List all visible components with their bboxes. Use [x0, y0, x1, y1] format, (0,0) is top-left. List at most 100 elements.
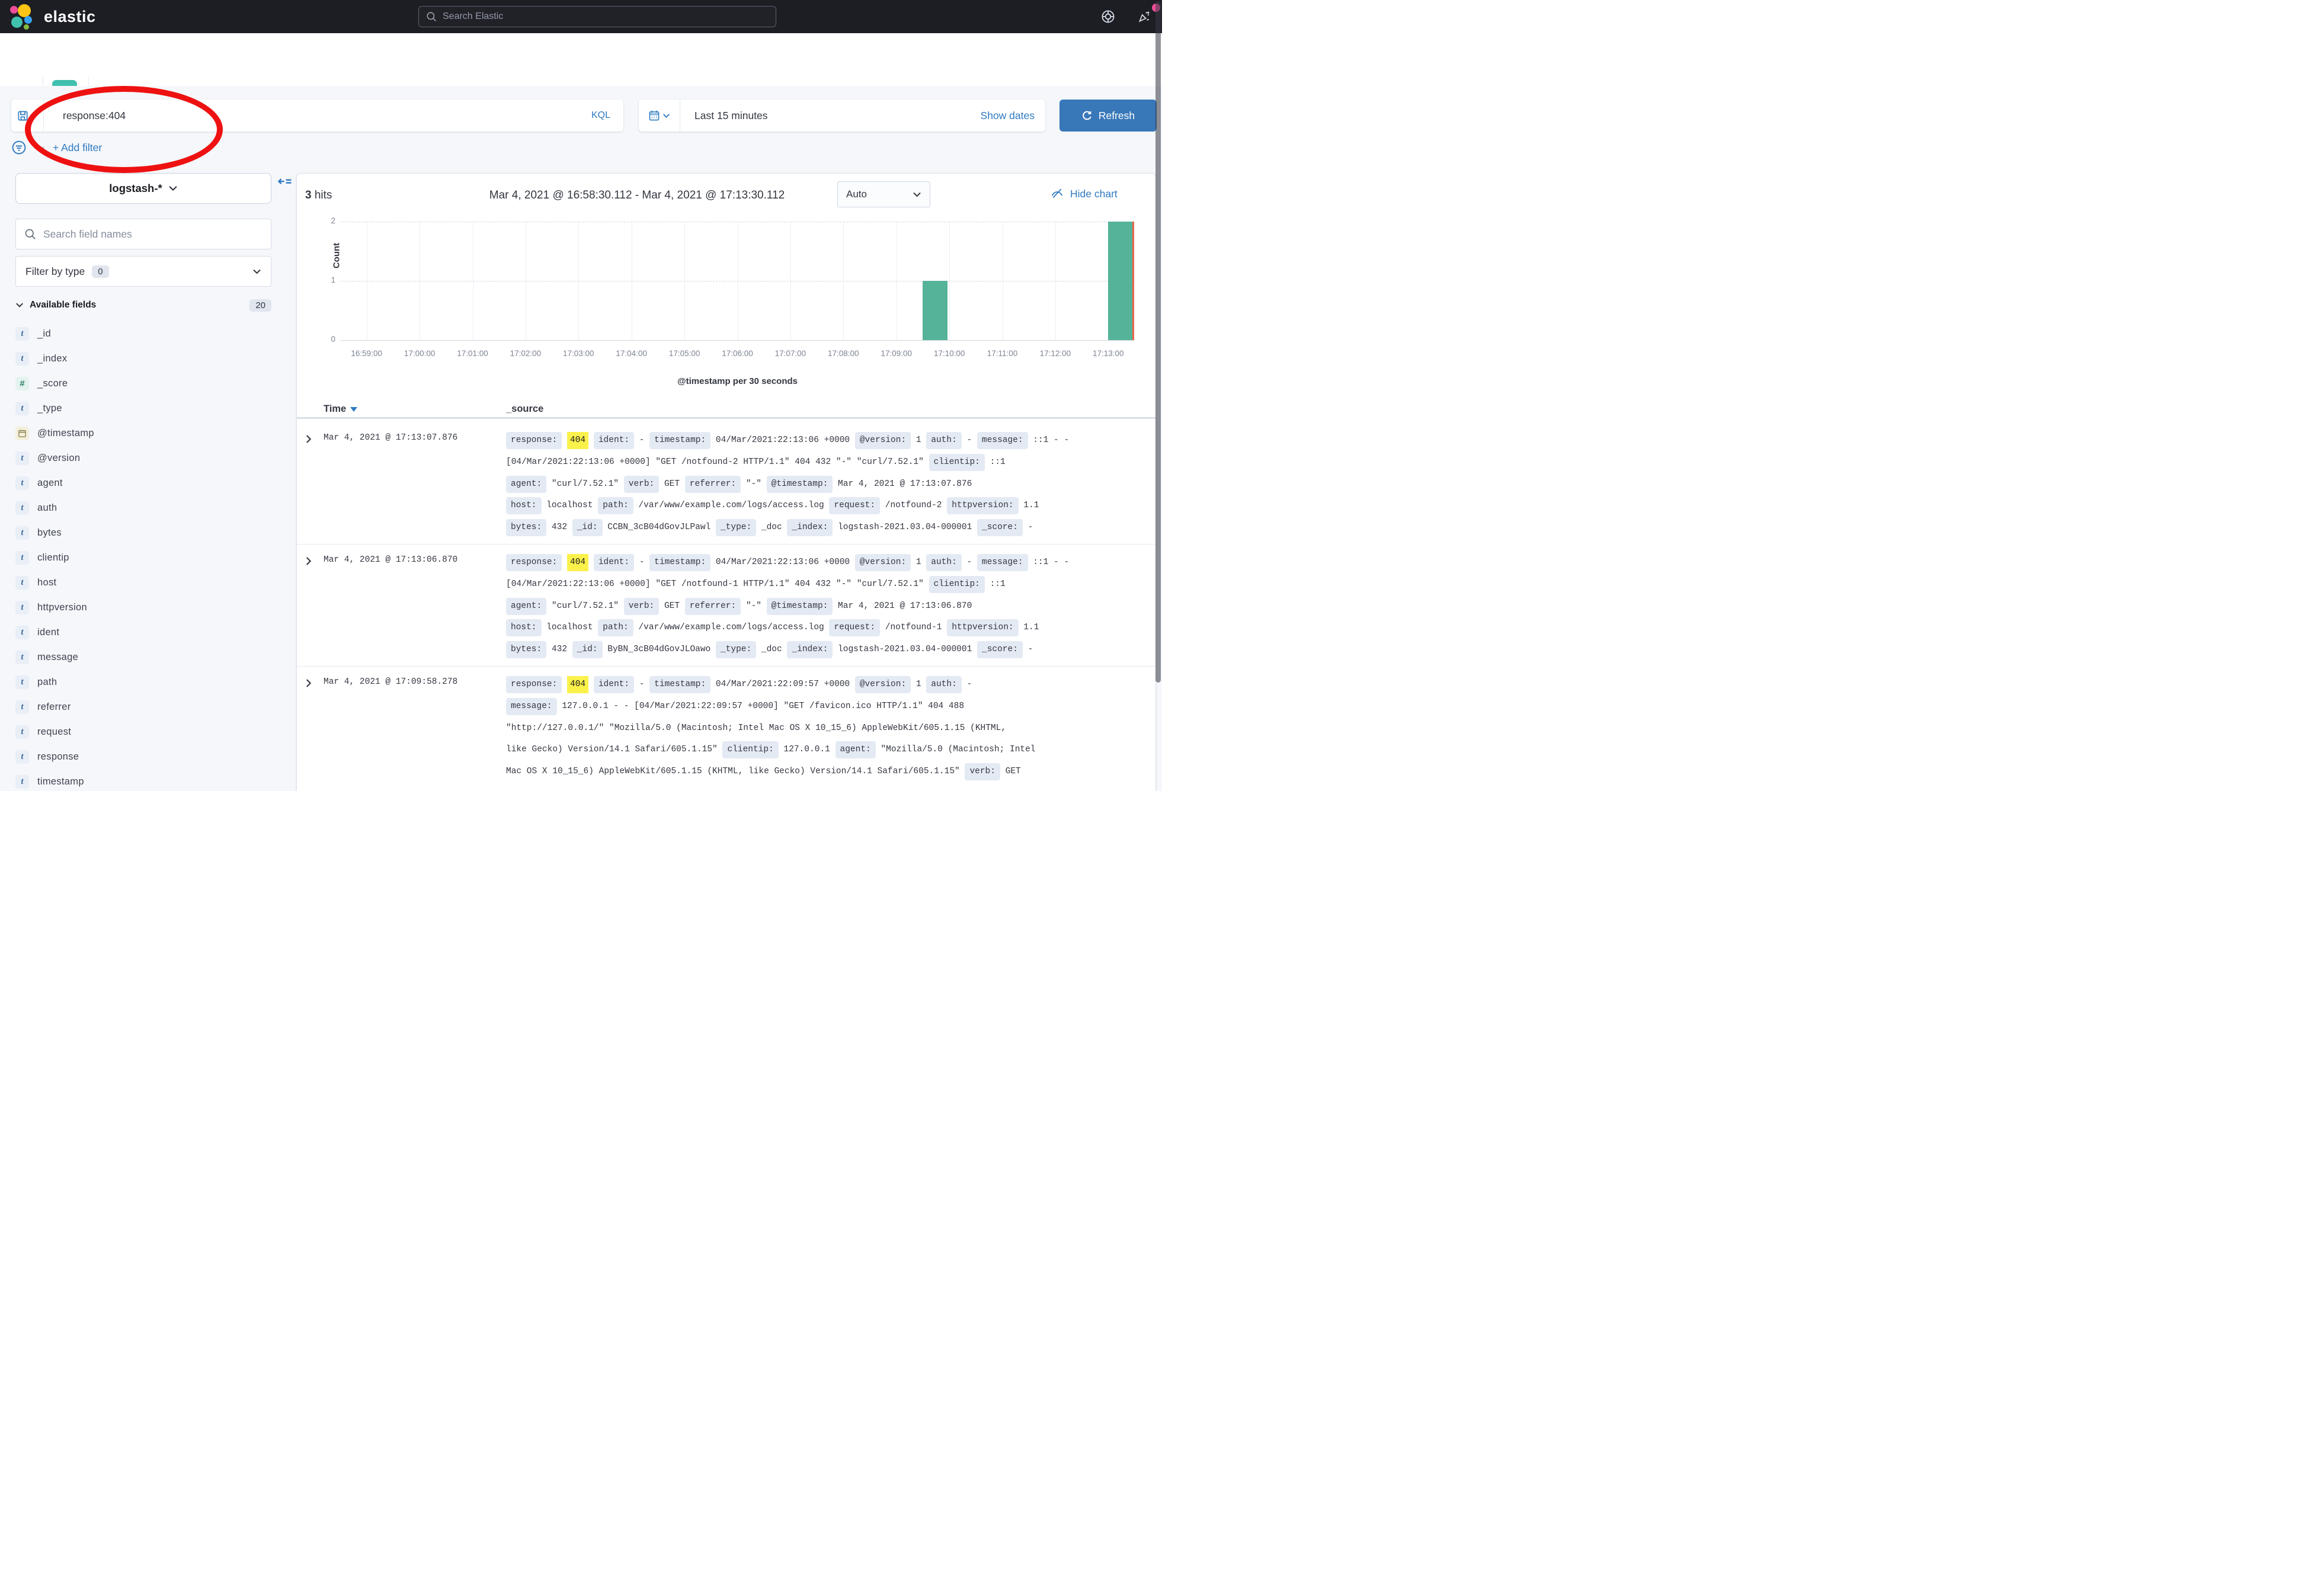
expand-row-icon[interactable]: [304, 556, 313, 566]
scrollbar[interactable]: [1155, 1, 1161, 683]
index-pattern-select[interactable]: logstash-*: [15, 173, 271, 204]
available-fields-header[interactable]: Available fields 20: [15, 296, 271, 314]
filter-icon[interactable]: [11, 140, 27, 155]
sidebar-field-item[interactable]: tident: [15, 620, 271, 645]
sidebar-field-item[interactable]: tauth: [15, 495, 271, 520]
field-pill: message:: [977, 432, 1028, 449]
query-language-button[interactable]: KQL: [591, 110, 610, 121]
chevron-down-icon: [662, 112, 670, 120]
sidebar-field-item[interactable]: #_score: [15, 371, 271, 396]
query-input-value[interactable]: response:404: [63, 110, 591, 122]
sidebar-field-item[interactable]: treferrer: [15, 694, 271, 719]
field-value: localhost: [546, 501, 593, 510]
add-filter-button[interactable]: + Add filter: [53, 142, 102, 154]
field-pill: clientip:: [929, 454, 985, 471]
row-source-line: response: 404 ident: - timestamp: 04/Mar…: [506, 554, 1069, 571]
text-type-icon: t: [15, 327, 29, 341]
sidebar-field-item[interactable]: t_index: [15, 346, 271, 371]
document-table: Mar 4, 2021 @ 17:13:07.876 response: 404 …: [297, 422, 1155, 791]
field-name: response: [37, 751, 79, 763]
sidebar-field-item[interactable]: tmessage: [15, 645, 271, 670]
field-pill: message:: [977, 554, 1028, 571]
filter-bar: — + Add filter: [11, 139, 102, 156]
sidebar-field-item[interactable]: thttpversion: [15, 595, 271, 620]
field-value: 1: [916, 558, 921, 567]
field-name: auth: [37, 502, 57, 514]
filter-by-type-select[interactable]: Filter by type 0: [15, 256, 271, 287]
quick-select-menu-button[interactable]: [639, 100, 680, 132]
expand-row-icon[interactable]: [304, 678, 313, 688]
sidebar-field-item[interactable]: trequest: [15, 719, 271, 744]
histogram-bar[interactable]: [923, 281, 947, 340]
sidebar-field-item[interactable]: tagent: [15, 470, 271, 495]
text-type-icon: t: [15, 750, 29, 764]
field-pill: _score:: [977, 641, 1023, 658]
field-pill: auth:: [926, 676, 962, 693]
field-pill: ident:: [594, 676, 634, 693]
column-header-source: _source: [506, 403, 543, 415]
highlight-match: 404: [567, 554, 588, 571]
histogram-bar[interactable]: [1108, 222, 1133, 340]
interval-select[interactable]: Auto: [837, 181, 930, 207]
column-header-time[interactable]: Time: [324, 403, 357, 415]
field-value: 432: [552, 645, 567, 654]
field-value: "curl/7.52.1": [552, 479, 619, 489]
field-name: _type: [37, 403, 62, 414]
date-picker[interactable]: Last 15 minutes Show dates: [639, 100, 1045, 132]
filter-by-type-label: Filter by type: [25, 265, 85, 278]
field-value: /var/www/example.com/logs/access.log: [638, 501, 824, 510]
sort-desc-icon: [350, 407, 357, 412]
sidebar-field-item[interactable]: tbytes: [15, 520, 271, 545]
sidebar-field-item[interactable]: thost: [15, 570, 271, 595]
saved-query-menu-button[interactable]: [11, 100, 44, 132]
sidebar-field-item[interactable]: tpath: [15, 670, 271, 694]
sidebar-field-item[interactable]: t@version: [15, 446, 271, 470]
refresh-button[interactable]: Refresh: [1059, 100, 1157, 132]
field-value: ::1 - -: [1033, 558, 1069, 567]
text-type-icon: t: [15, 526, 29, 540]
collapse-sidebar-icon[interactable]: [277, 177, 293, 192]
field-value: -: [1028, 523, 1033, 532]
field-search-input[interactable]: Search field names: [15, 219, 271, 249]
elastic-logo[interactable]: elastic: [9, 4, 146, 30]
newsfeed-icon[interactable]: [1137, 9, 1151, 24]
sidebar-field-item[interactable]: t_type: [15, 396, 271, 421]
x-axis-tick-label: 16:59:00: [337, 349, 396, 358]
field-pill: request:: [829, 619, 880, 636]
field-pill: @version:: [855, 554, 911, 571]
field-pill: host:: [506, 619, 542, 636]
field-name: ident: [37, 627, 59, 638]
row-time: Mar 4, 2021 @ 17:13:06.870: [324, 555, 457, 565]
row-source-line: agent: "curl/7.52.1" verb: GET referrer:…: [506, 598, 972, 615]
eye-closed-icon: [1050, 187, 1064, 201]
elastic-logo-icon: [9, 4, 36, 30]
field-value: "-": [746, 601, 761, 611]
global-search-input[interactable]: Search Elastic: [418, 6, 776, 27]
field-value: 127.0.0.1 - - [04/Mar/2021:22:09:57 +000…: [562, 702, 964, 711]
field-pill: ident:: [594, 432, 634, 449]
sidebar-field-item[interactable]: ttimestamp: [15, 769, 271, 791]
row-time: Mar 4, 2021 @ 17:13:07.876: [324, 433, 457, 443]
expand-row-icon[interactable]: [304, 434, 313, 444]
help-icon[interactable]: [1101, 9, 1115, 24]
sidebar-field-item[interactable]: @timestamp: [15, 421, 271, 446]
chart-time-range: Mar 4, 2021 @ 16:58:30.112 - Mar 4, 2021…: [447, 189, 827, 202]
field-value: "curl/7.52.1": [552, 601, 619, 611]
sidebar-field-item[interactable]: t_id: [15, 321, 271, 346]
field-pill: bytes:: [506, 519, 546, 536]
show-dates-button[interactable]: Show dates: [981, 110, 1035, 122]
row-source-line: host: localhost path: /var/www/example.c…: [506, 497, 1039, 514]
field-value: _doc: [761, 645, 782, 654]
field-name: path: [37, 677, 57, 688]
field-pill: timestamp:: [649, 432, 710, 449]
time-range-value[interactable]: Last 15 minutes: [694, 110, 981, 122]
x-axis-tick-label: 17:04:00: [602, 349, 661, 358]
sidebar-field-item[interactable]: tclientip: [15, 545, 271, 570]
sidebar-field-item[interactable]: t response: [15, 744, 271, 769]
row-source-line: [04/Mar/2021:22:13:06 +0000] "GET /notfo…: [506, 576, 1006, 593]
query-bar[interactable]: response:404 KQL: [11, 100, 623, 132]
interval-value: Auto: [846, 188, 867, 200]
brand-wordmark: elastic: [44, 8, 96, 26]
field-pill: httpversion:: [947, 497, 1018, 514]
hide-chart-button[interactable]: Hide chart: [1050, 187, 1118, 201]
